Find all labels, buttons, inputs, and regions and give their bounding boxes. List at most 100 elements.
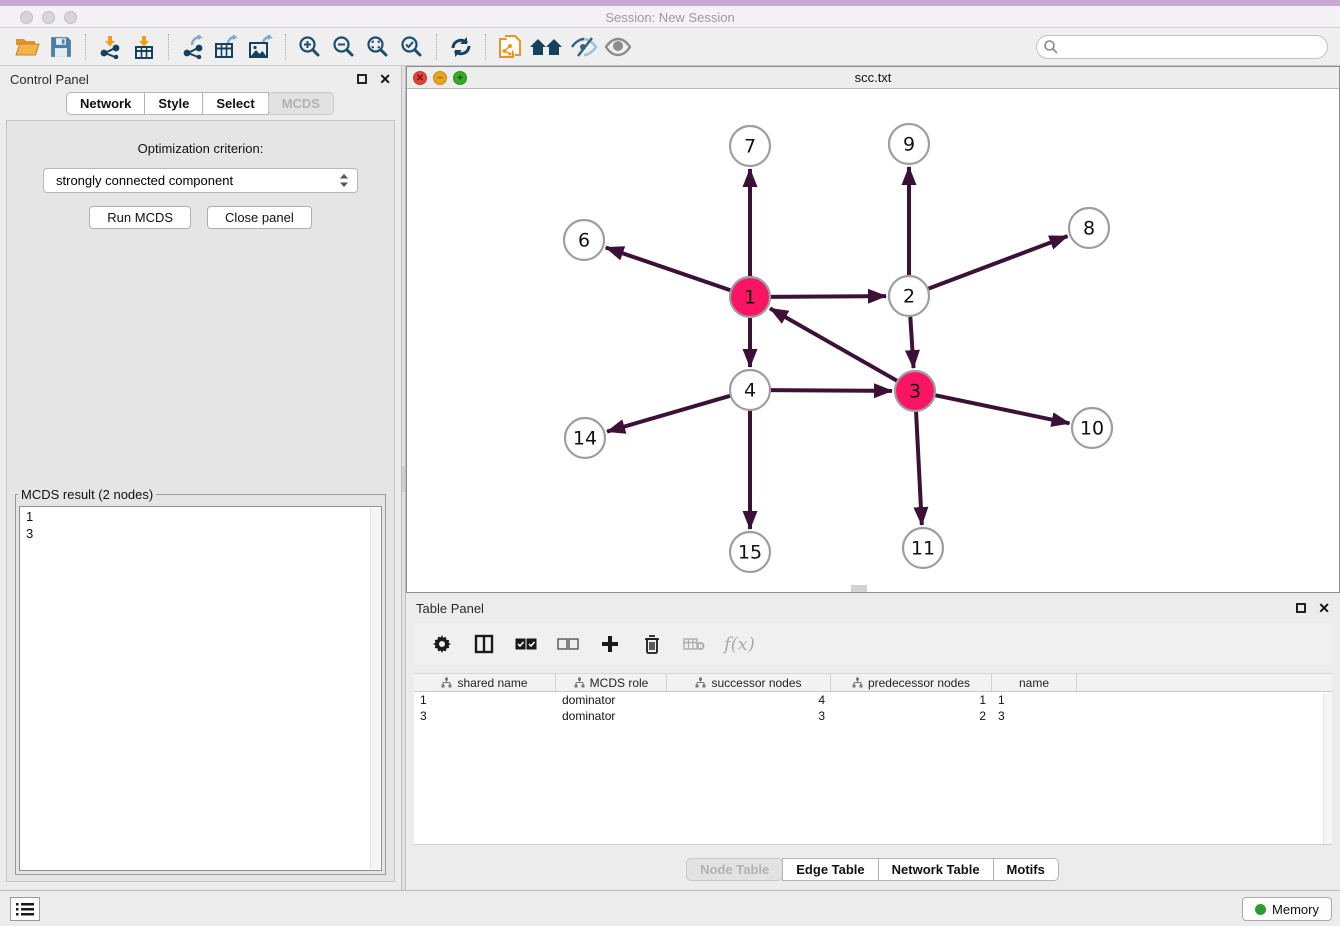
- node-label-10: 10: [1080, 418, 1104, 440]
- search-input[interactable]: [1036, 35, 1328, 59]
- zoom-in-icon[interactable]: [293, 32, 327, 62]
- optimization-criterion-label: Optimization criterion:: [7, 141, 394, 156]
- window-titlebar: Session: New Session: [0, 0, 1340, 28]
- tab-select[interactable]: Select: [202, 92, 268, 115]
- table-row[interactable]: 1dominator411: [414, 692, 1332, 708]
- table-row[interactable]: 3dominator323: [414, 708, 1332, 724]
- table-panel-close-icon[interactable]: ✕: [1318, 603, 1330, 613]
- save-session-icon[interactable]: [44, 32, 78, 62]
- node-label-4: 4: [744, 380, 756, 402]
- search-icon: [1044, 40, 1058, 54]
- table-panel-float-icon[interactable]: [1296, 603, 1306, 613]
- tab-style[interactable]: Style: [144, 92, 203, 115]
- mcds-result-scrollbar[interactable]: [370, 508, 380, 869]
- cell-MCDS-role[interactable]: dominator: [556, 708, 667, 724]
- function-builder-icon[interactable]: f(x): [724, 632, 755, 656]
- export-network-icon[interactable]: [176, 32, 210, 62]
- zoom-fit-icon[interactable]: [361, 32, 395, 62]
- node-label-2: 2: [903, 286, 915, 308]
- close-panel-button[interactable]: Close panel: [207, 206, 312, 229]
- node-label-6: 6: [578, 230, 590, 252]
- cell-MCDS-role[interactable]: dominator: [556, 692, 667, 708]
- tab-node-table[interactable]: Node Table: [686, 858, 783, 881]
- delete-table-icon[interactable]: [682, 632, 706, 656]
- table-panel: Table Panel ✕ f(x) shared nameMCDS roles…: [406, 595, 1340, 888]
- toolbar-separator: [436, 34, 437, 60]
- column-header-successor-nodes[interactable]: successor nodes: [667, 674, 831, 691]
- cell-name[interactable]: 1: [992, 692, 1077, 708]
- cell-shared-name[interactable]: 1: [414, 692, 556, 708]
- cell-shared-name[interactable]: 3: [414, 708, 556, 724]
- edge-2-3[interactable]: [910, 314, 913, 368]
- table-panel-title: Table Panel: [416, 601, 484, 616]
- table-toolbar: f(x): [414, 623, 1332, 665]
- node-label-7: 7: [744, 136, 756, 158]
- mcds-result-box: 1 3: [19, 506, 382, 871]
- edge-3-11[interactable]: [916, 409, 922, 525]
- show-all-networks-icon[interactable]: [527, 32, 567, 62]
- cell-successor-nodes[interactable]: 3: [667, 708, 831, 724]
- edge-3-10[interactable]: [933, 395, 1070, 424]
- tab-network-table[interactable]: Network Table: [878, 858, 994, 881]
- select-all-columns-icon[interactable]: [514, 632, 538, 656]
- main-toolbar: [0, 28, 1340, 66]
- tab-edge-table[interactable]: Edge Table: [782, 858, 878, 881]
- search-box: [1036, 35, 1328, 59]
- show-columns-icon[interactable]: [472, 632, 496, 656]
- criterion-select[interactable]: strongly connected component: [43, 168, 358, 193]
- cell-predecessor-nodes[interactable]: 1: [831, 692, 992, 708]
- table-header-row: shared nameMCDS rolesuccessor nodesprede…: [414, 673, 1332, 692]
- duplicate-network-icon[interactable]: [493, 32, 527, 62]
- fx-label: f(x): [724, 634, 755, 655]
- namespace-icon: [441, 677, 452, 688]
- control-panel-close-icon[interactable]: ✕: [379, 74, 391, 84]
- horizontal-splitter-grip[interactable]: [851, 585, 867, 592]
- import-table-icon[interactable]: [127, 32, 161, 62]
- cell-name[interactable]: 3: [992, 708, 1077, 724]
- column-header-name[interactable]: name: [992, 674, 1077, 691]
- status-bar: Memory: [0, 890, 1340, 926]
- edge-1-2[interactable]: [768, 296, 886, 297]
- mcds-result-group: MCDS result (2 nodes) 1 3: [15, 487, 386, 875]
- edge-4-14[interactable]: [607, 395, 733, 432]
- hide-graphics-details-icon[interactable]: [567, 32, 601, 62]
- column-header-filler: [1077, 674, 1332, 691]
- task-history-button[interactable]: [10, 897, 40, 921]
- zoom-out-icon[interactable]: [327, 32, 361, 62]
- add-column-icon[interactable]: [598, 632, 622, 656]
- network-canvas[interactable]: 7968124314101511: [407, 89, 1339, 592]
- table-scrollbar[interactable]: [1323, 693, 1332, 844]
- network-window-titlebar[interactable]: ✕ − + scc.txt: [407, 67, 1339, 89]
- edge-4-3[interactable]: [768, 390, 892, 391]
- mcds-result-title: MCDS result (2 nodes): [18, 487, 156, 502]
- node-table: shared nameMCDS rolesuccessor nodesprede…: [414, 673, 1332, 845]
- tab-network[interactable]: Network: [66, 92, 145, 115]
- apply-layout-icon[interactable]: [444, 32, 478, 62]
- edge-1-6[interactable]: [606, 247, 733, 291]
- run-mcds-button[interactable]: Run MCDS: [89, 206, 191, 229]
- edge-3-1[interactable]: [770, 308, 899, 382]
- table-body: 1dominator4113dominator323: [414, 692, 1332, 724]
- column-header-predecessor-nodes[interactable]: predecessor nodes: [831, 674, 992, 691]
- memory-button[interactable]: Memory: [1242, 897, 1332, 921]
- export-image-icon[interactable]: [244, 32, 278, 62]
- window-title: Session: New Session: [0, 10, 1340, 25]
- open-session-icon[interactable]: [10, 32, 44, 62]
- select-stepper-icon: [339, 173, 349, 188]
- cell-predecessor-nodes[interactable]: 2: [831, 708, 992, 724]
- network-window-title: scc.txt: [407, 70, 1339, 85]
- column-header-shared-name[interactable]: shared name: [414, 674, 556, 691]
- zoom-selected-icon[interactable]: [395, 32, 429, 62]
- import-network-icon[interactable]: [93, 32, 127, 62]
- column-header-MCDS-role[interactable]: MCDS role: [556, 674, 667, 691]
- table-options-icon[interactable]: [430, 632, 454, 656]
- control-panel-float-icon[interactable]: [357, 74, 367, 84]
- export-table-icon[interactable]: [210, 32, 244, 62]
- tab-motifs[interactable]: Motifs: [993, 858, 1059, 881]
- show-graphics-details-icon[interactable]: [601, 32, 635, 62]
- unselect-all-columns-icon[interactable]: [556, 632, 580, 656]
- edge-2-8[interactable]: [926, 236, 1068, 290]
- tab-mcds[interactable]: MCDS: [268, 92, 334, 115]
- cell-successor-nodes[interactable]: 4: [667, 692, 831, 708]
- delete-columns-icon[interactable]: [640, 632, 664, 656]
